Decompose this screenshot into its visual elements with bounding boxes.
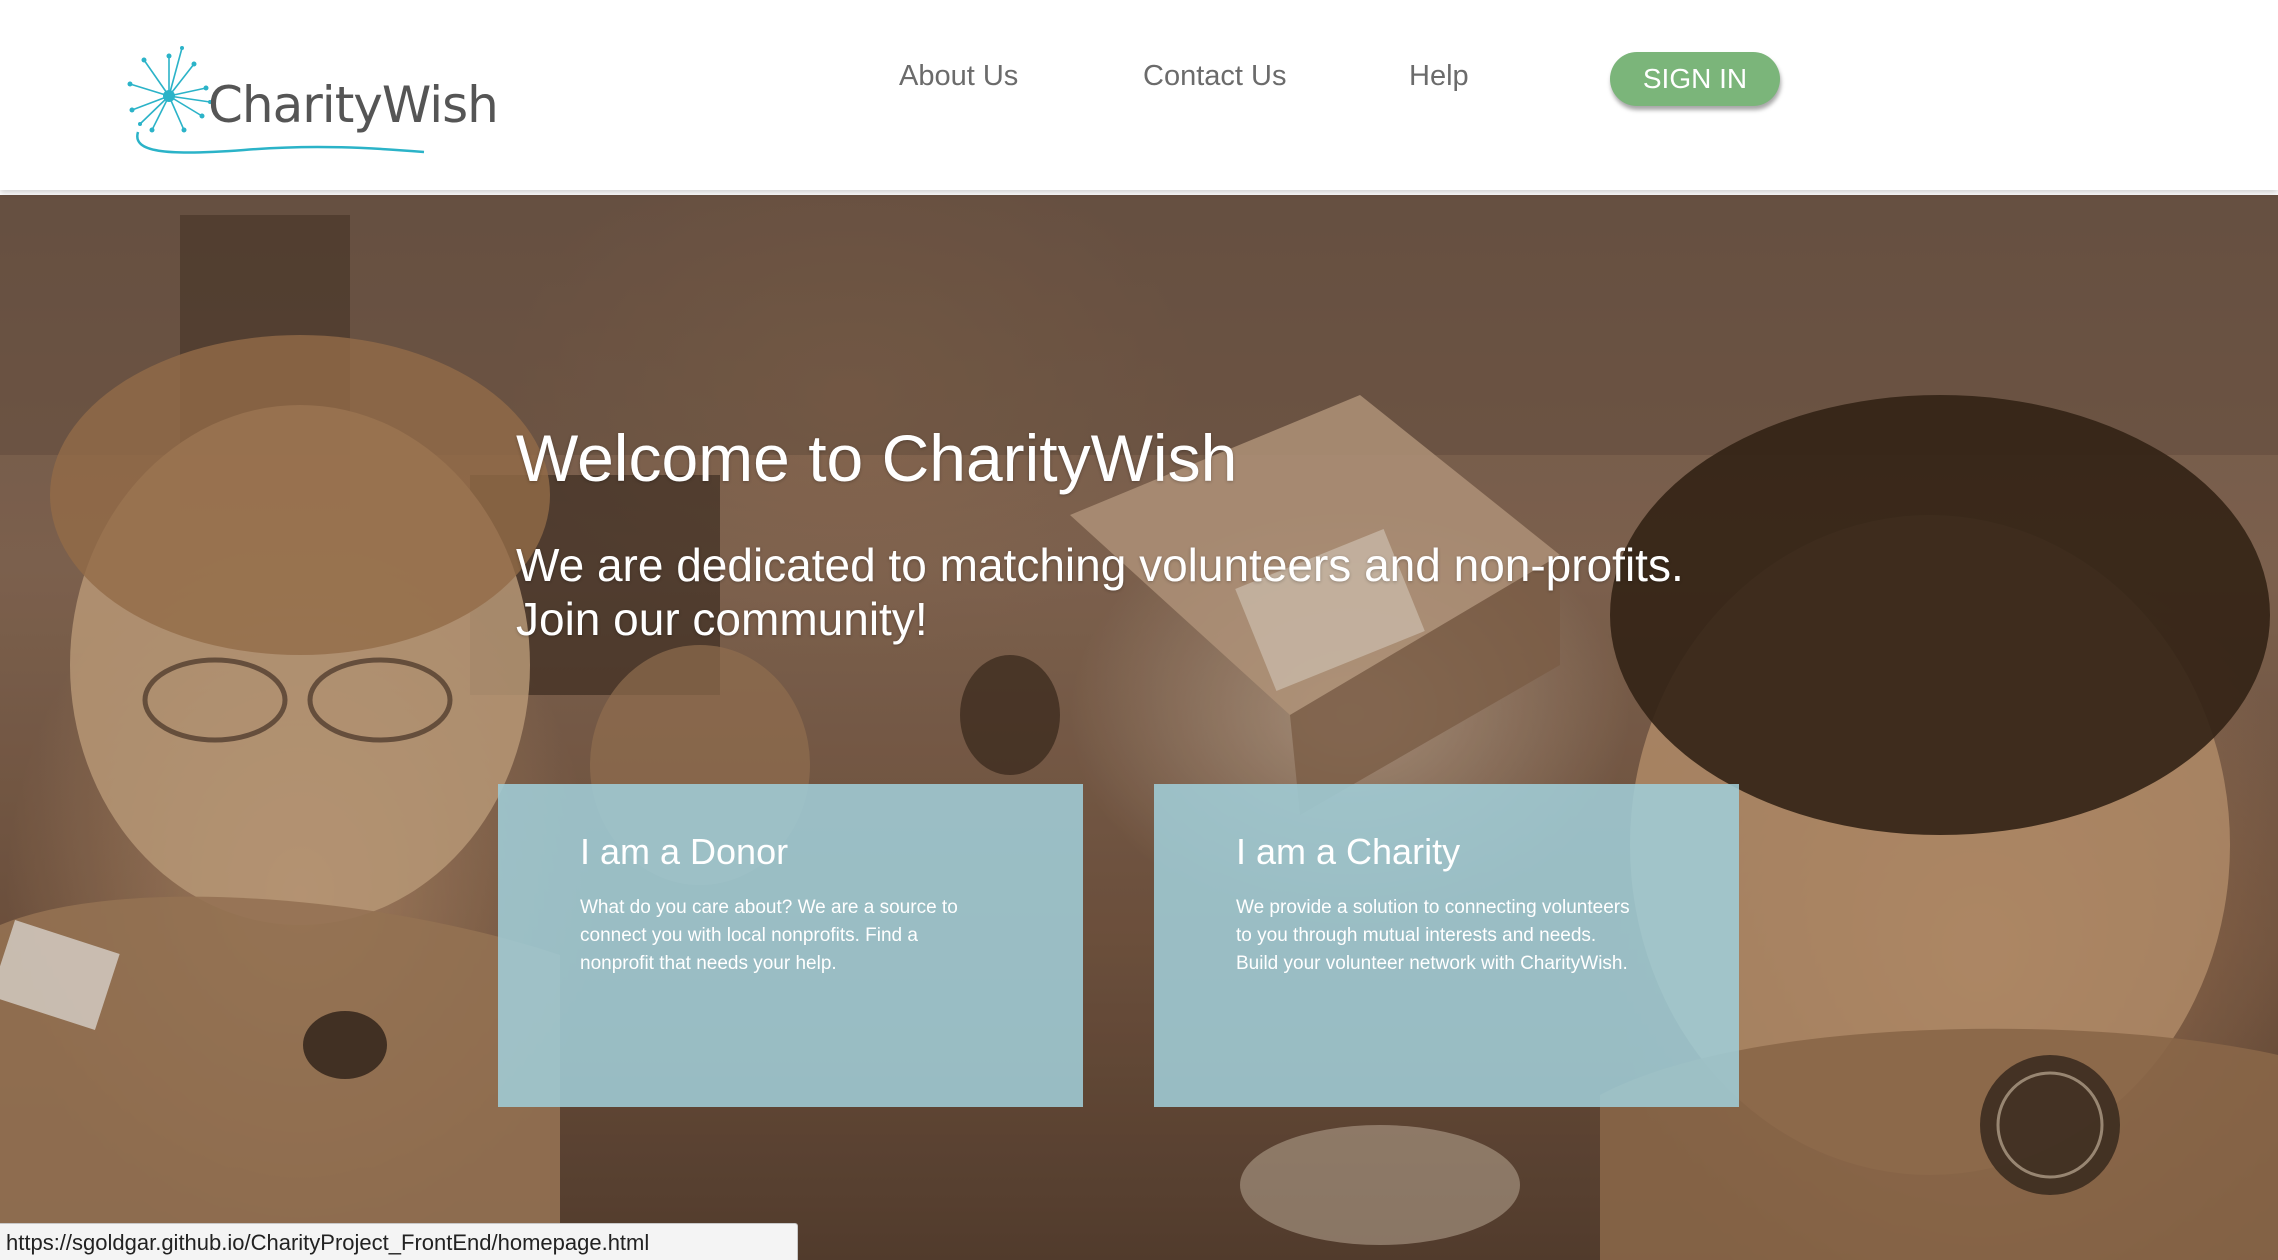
donor-card-line: What do you care about? We are a source … (580, 897, 958, 918)
hero-subtitle-line-2: Join our community! (516, 593, 928, 645)
hero-subtitle-line-1: We are dedicated to matching volunteers … (516, 539, 1684, 591)
nav-contact-us[interactable]: Contact Us (1143, 60, 1286, 93)
charity-card-description: We provide a solution to connecting volu… (1236, 894, 1630, 978)
donor-card-title: I am a Donor (580, 831, 789, 872)
charity-card-line: We provide a solution to connecting volu… (1236, 897, 1630, 918)
hero-subtitle: We are dedicated to matching volunteers … (516, 538, 1684, 646)
nav-about-us[interactable]: About Us (899, 60, 1018, 93)
hero-title: Welcome to CharityWish (516, 421, 1238, 495)
donor-card-line: connect you with local nonprofits. Find … (580, 925, 918, 946)
donor-card-line: nonprofit that needs your help. (580, 953, 837, 974)
logo[interactable]: CharityWish (124, 44, 499, 164)
page: CharityWish About Us Contact Us Help SIG… (0, 0, 2278, 1260)
charity-card-line: Build your volunteer network with Charit… (1236, 953, 1628, 974)
donor-card[interactable]: I am a Donor What do you care about? We … (498, 784, 1083, 1107)
donor-card-description: What do you care about? We are a source … (580, 894, 958, 978)
charity-card[interactable]: I am a Charity We provide a solution to … (1154, 784, 1739, 1107)
status-bar-url: https://sgoldgar.github.io/CharityProjec… (0, 1223, 798, 1260)
hero-background-photo (0, 195, 2278, 1260)
site-header: CharityWish About Us Contact Us Help SIG… (0, 0, 2278, 190)
charity-card-line: to you through mutual interests and need… (1236, 925, 1597, 946)
hero-section: Welcome to CharityWish We are dedicated … (0, 195, 2278, 1260)
nav-help[interactable]: Help (1409, 60, 1469, 93)
logo-wordmark: CharityWish (208, 76, 499, 134)
charity-card-title: I am a Charity (1236, 831, 1461, 872)
sign-in-button[interactable]: SIGN IN (1610, 52, 1780, 106)
